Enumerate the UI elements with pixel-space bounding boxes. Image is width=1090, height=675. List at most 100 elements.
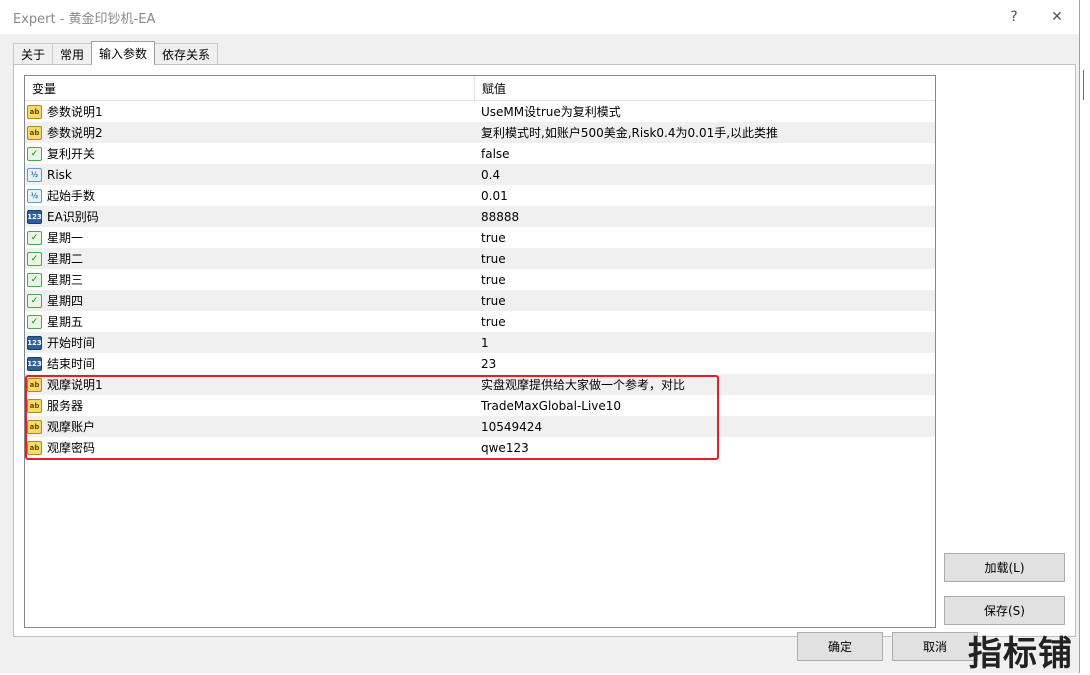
value-cell[interactable]: true xyxy=(475,248,928,269)
grid-header: 变量 赋值 xyxy=(25,76,935,101)
variable-cell[interactable]: 123 EA识别码 xyxy=(25,206,475,227)
table-row[interactable]: ab 观摩说明1 实盘观摩提供给大家做一个参考，对比 xyxy=(25,374,935,395)
value-cell[interactable]: 实盘观摩提供给大家做一个参考，对比 xyxy=(475,374,928,395)
table-row[interactable]: ab 参数说明2 复利模式时,如账户500美金,Risk0.4为0.01手,以此类推 xyxy=(25,122,935,143)
table-row[interactable]: ✓ 星期四 true xyxy=(25,290,935,311)
table-row[interactable]: ab 服务器 TradeMaxGlobal-Live10 xyxy=(25,395,935,416)
value-cell[interactable]: false xyxy=(475,143,928,164)
variable-name: EA识别码 xyxy=(47,210,99,224)
variable-cell[interactable]: ab 观摩说明1 xyxy=(25,374,475,395)
table-row[interactable]: ab 观摩账户 10549424 xyxy=(25,416,935,437)
value-cell[interactable]: 0.01 xyxy=(475,185,928,206)
save-button[interactable]: 保存(S) xyxy=(944,596,1065,625)
variable-name: 星期一 xyxy=(47,231,84,245)
title-bar: Expert - 黄金印钞机-EA ? ✕ xyxy=(0,0,1079,34)
variable-name: 星期二 xyxy=(47,252,84,266)
bool-type-icon: ✓ xyxy=(27,146,42,161)
string-type-icon: ab xyxy=(27,125,42,140)
tab-inputs[interactable]: 输入参数 xyxy=(91,41,156,65)
column-header-variable[interactable]: 变量 xyxy=(25,76,475,100)
value-cell[interactable]: true xyxy=(475,269,928,290)
variable-name: 开始时间 xyxy=(47,336,96,350)
variable-name: 观摩说明1 xyxy=(47,378,103,392)
help-icon: ? xyxy=(1010,9,1018,25)
variable-name: 星期三 xyxy=(47,273,84,287)
integer-type-icon: 123 xyxy=(27,209,42,224)
variable-cell[interactable]: ✓ 星期三 xyxy=(25,269,475,290)
column-header-value[interactable]: 赋值 xyxy=(475,76,928,100)
variable-cell[interactable]: ½ Risk xyxy=(25,164,475,185)
variable-name: 星期五 xyxy=(47,315,84,329)
variable-name: 观摩密码 xyxy=(47,441,96,455)
value-cell[interactable]: 0.4 xyxy=(475,164,928,185)
table-row[interactable]: ab 参数说明1 UseMM设true为复利模式 xyxy=(25,101,935,122)
grid-rows: ab 参数说明1 UseMM设true为复利模式 ab 参数说明2 复利模式时,如账户50… xyxy=(25,101,935,458)
variable-cell[interactable]: ✓ 星期四 xyxy=(25,290,475,311)
table-row[interactable]: ½ 起始手数 0.01 xyxy=(25,185,935,206)
input-parameters-grid[interactable]: 变量 赋值 ab 参数说明1 UseMM设true为复利模式 ab 参数说明2 复利模式时… xyxy=(24,75,936,628)
variable-name: 参数说明2 xyxy=(47,126,103,140)
string-type-icon: ab xyxy=(27,377,42,392)
variable-cell[interactable]: ½ 起始手数 xyxy=(25,185,475,206)
value-cell[interactable]: TradeMaxGlobal-Live10 xyxy=(475,395,928,416)
variable-cell[interactable]: ab 服务器 xyxy=(25,395,475,416)
table-row[interactable]: ✓ 星期二 true xyxy=(25,248,935,269)
value-cell[interactable]: 23 xyxy=(475,353,928,374)
variable-cell[interactable]: ab 观摩密码 xyxy=(25,437,475,458)
bool-type-icon: ✓ xyxy=(27,293,42,308)
expert-properties-dialog: Expert - 黄金印钞机-EA ? ✕ 关于 常用 输入参数 依存关系 变量… xyxy=(0,0,1080,674)
double-type-icon: ½ xyxy=(27,188,42,203)
table-row[interactable]: ½ Risk 0.4 xyxy=(25,164,935,185)
variable-cell[interactable]: ✓ 星期五 xyxy=(25,311,475,332)
close-icon: ✕ xyxy=(1051,9,1063,25)
value-cell[interactable]: 10549424 xyxy=(475,416,928,437)
variable-name: 服务器 xyxy=(47,399,84,413)
tab-common[interactable]: 常用 xyxy=(52,43,93,65)
bool-type-icon: ✓ xyxy=(27,314,42,329)
cancel-button[interactable]: 取消 xyxy=(892,632,978,661)
tab-dependencies[interactable]: 依存关系 xyxy=(154,43,219,65)
load-button[interactable]: 加载(L) xyxy=(944,553,1065,582)
table-row[interactable]: 123 开始时间 1 xyxy=(25,332,935,353)
table-row[interactable]: 123 EA识别码 88888 xyxy=(25,206,935,227)
variable-cell[interactable]: ab 观摩账户 xyxy=(25,416,475,437)
variable-cell[interactable]: 123 结束时间 xyxy=(25,353,475,374)
value-cell[interactable]: true xyxy=(475,311,928,332)
chart-candle xyxy=(1083,70,1084,100)
ok-button[interactable]: 确定 xyxy=(797,632,883,661)
bool-type-icon: ✓ xyxy=(27,230,42,245)
tab-strip: 关于 常用 输入参数 依存关系 xyxy=(13,41,219,65)
value-cell[interactable]: true xyxy=(475,290,928,311)
string-type-icon: ab xyxy=(27,419,42,434)
bool-type-icon: ✓ xyxy=(27,251,42,266)
double-type-icon: ½ xyxy=(27,167,42,182)
variable-name: 复利开关 xyxy=(47,147,96,161)
table-row[interactable]: ✓ 星期三 true xyxy=(25,269,935,290)
value-cell[interactable]: 88888 xyxy=(475,206,928,227)
bool-type-icon: ✓ xyxy=(27,272,42,287)
table-row[interactable]: ab 观摩密码 qwe123 xyxy=(25,437,935,458)
value-cell[interactable]: qwe123 xyxy=(475,437,928,458)
table-row[interactable]: 123 结束时间 23 xyxy=(25,353,935,374)
value-cell[interactable]: 1 xyxy=(475,332,928,353)
variable-cell[interactable]: ✓ 星期一 xyxy=(25,227,475,248)
table-row[interactable]: ✓ 星期五 true xyxy=(25,311,935,332)
string-type-icon: ab xyxy=(27,398,42,413)
background-chart-strip xyxy=(1080,0,1090,673)
variable-cell[interactable]: ✓ 复利开关 xyxy=(25,143,475,164)
tab-about[interactable]: 关于 xyxy=(13,43,54,65)
help-button[interactable]: ? xyxy=(1001,6,1027,28)
variable-cell[interactable]: ab 参数说明1 xyxy=(25,101,475,122)
close-button[interactable]: ✕ xyxy=(1044,6,1070,28)
variable-name: 结束时间 xyxy=(47,357,96,371)
table-row[interactable]: ✓ 复利开关 false xyxy=(25,143,935,164)
value-cell[interactable]: 复利模式时,如账户500美金,Risk0.4为0.01手,以此类推 xyxy=(475,122,928,143)
value-cell[interactable]: UseMM设true为复利模式 xyxy=(475,101,928,122)
variable-cell[interactable]: ✓ 星期二 xyxy=(25,248,475,269)
variable-cell[interactable]: ab 参数说明2 xyxy=(25,122,475,143)
variable-cell[interactable]: 123 开始时间 xyxy=(25,332,475,353)
watermark-logo: 指标铺 xyxy=(968,634,1073,674)
value-cell[interactable]: true xyxy=(475,227,928,248)
variable-name: Risk xyxy=(47,167,72,182)
table-row[interactable]: ✓ 星期一 true xyxy=(25,227,935,248)
